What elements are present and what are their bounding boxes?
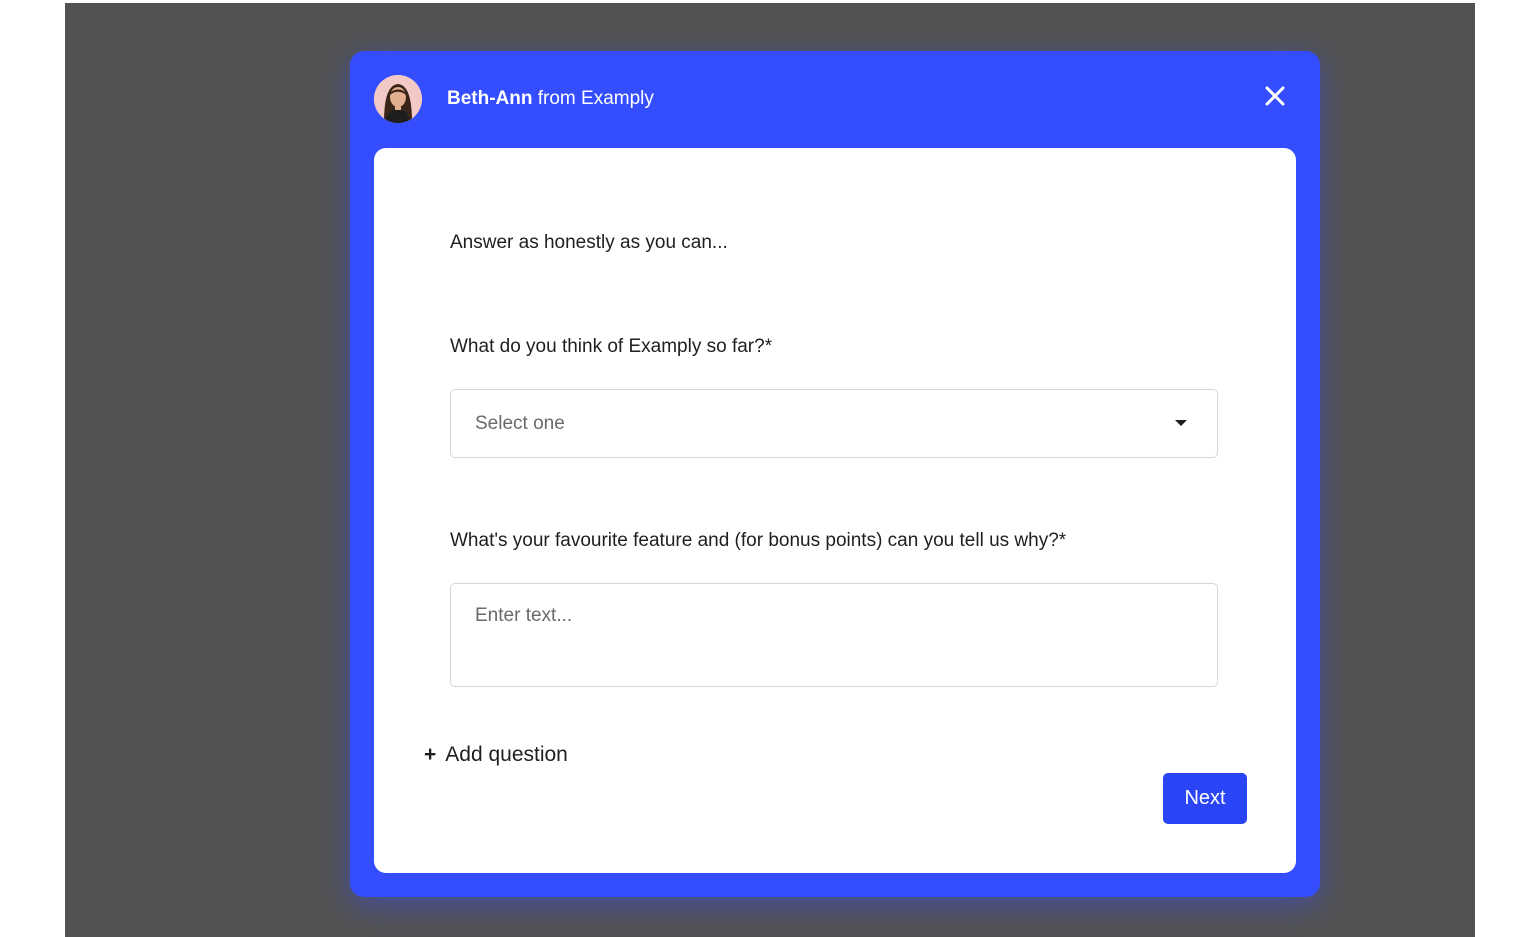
plus-icon: + [424,743,437,766]
survey-modal: Beth-Ann from Examply Answer as honestly… [350,51,1320,897]
sender-name: Beth-Ann [447,88,533,109]
intro-text: Answer as honestly as you can... [450,232,728,253]
sender-title: Beth-Ann from Examply [447,88,654,110]
overlay-backdrop: Beth-Ann from Examply Answer as honestly… [65,3,1475,937]
avatar [374,75,422,123]
close-button[interactable] [1261,82,1289,110]
question-1-select[interactable]: Select one [450,389,1218,458]
question-2-textarea[interactable]: Enter text... [450,583,1218,687]
survey-card: Answer as honestly as you can... What do… [374,148,1296,873]
avatar-photo [374,75,422,123]
question-2-label: What's your favourite feature and (for b… [450,530,1067,551]
add-question-button[interactable]: + Add question [424,743,568,767]
textarea-placeholder: Enter text... [475,605,573,626]
sender-company: from Examply [532,88,654,109]
question-1-label: What do you think of Examply so far?* [450,336,773,357]
close-icon [1265,86,1285,106]
next-button[interactable]: Next [1163,773,1247,824]
chevron-down-icon [1175,420,1187,426]
add-question-label: Add question [445,743,568,766]
select-value: Select one [475,413,565,434]
